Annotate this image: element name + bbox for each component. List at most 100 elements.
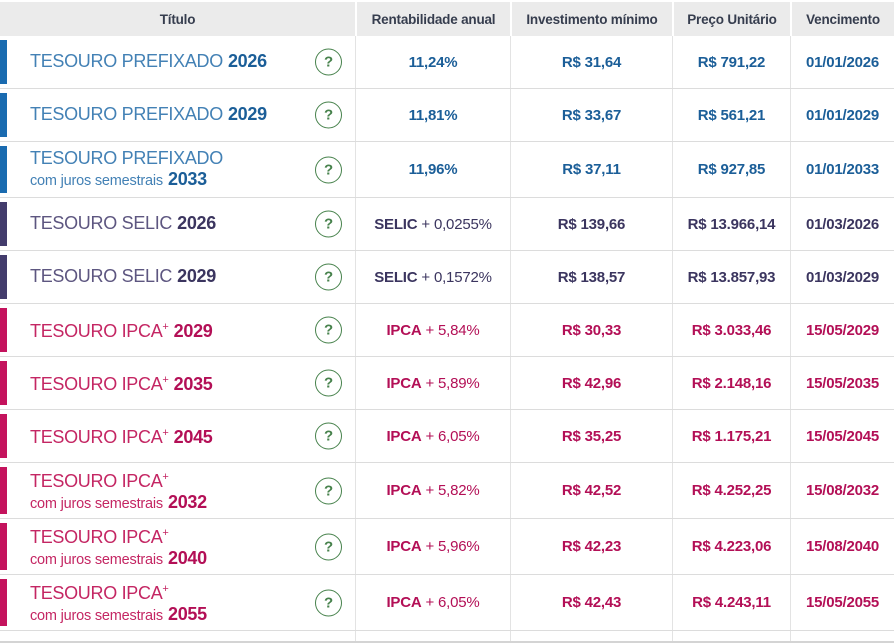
help-icon[interactable]: ? — [315, 533, 342, 560]
bond-name: TESOURO IPCA — [30, 471, 163, 491]
table-row[interactable]: TESOURO IPCA+ 2035 ? IPCA + 5,89% R$ 42,96… — [0, 357, 894, 410]
min-investment-cell: R$ 42,96 — [510, 357, 672, 409]
bond-plus-sup: + — [162, 583, 169, 595]
annual-rate-cell: IPCA + 6,05% — [355, 575, 510, 630]
bond-color-bar — [0, 40, 7, 84]
rate-index: SELIC — [374, 215, 418, 233]
rate-index: 11,24% — [408, 53, 458, 71]
rate-value: + 0,0255% — [421, 215, 492, 233]
min-investment-cell: R$ 139,66 — [510, 198, 672, 250]
table-row[interactable]: TESOURO PREFIXADO 2026 ? 11,24% R$ 31,64 … — [0, 36, 894, 89]
bond-plus-sup: + — [162, 374, 169, 386]
bond-title-line2: com juros semestrais 2033 — [30, 170, 223, 191]
bond-year: 2029 — [173, 321, 213, 341]
column-header-preco: Preço Unitário — [674, 2, 790, 36]
bond-title-cell[interactable]: TESOURO SELIC 2029 ? — [0, 251, 355, 303]
min-investment-cell: R$ 35,25 — [510, 410, 672, 462]
bond-name: TESOURO IPCA — [30, 374, 163, 394]
help-icon[interactable]: ? — [315, 422, 342, 450]
rate-value: + 0,1572% — [421, 268, 492, 286]
bond-plus-sup: + — [162, 471, 169, 483]
min-investment-cell: R$ 33,67 — [510, 89, 672, 141]
bond-title: TESOURO IPCA+ 2035 — [0, 370, 213, 396]
unit-price-cell: R$ 4.223,06 — [672, 519, 790, 574]
column-header-titulo: Título — [0, 2, 355, 36]
annual-rate-cell: 11,81% — [355, 89, 510, 141]
bond-color-bar — [0, 523, 7, 570]
annual-rate-cell: IPCA + 5,82% — [355, 463, 510, 518]
bond-name: TESOURO PREFIXADO — [30, 51, 223, 71]
table-row[interactable]: TESOURO IPCA+ 2045 ? IPCA + 6,05% R$ 35,25… — [0, 410, 894, 463]
bond-title-cell[interactable]: TESOURO IPCA+ 2029 ? — [0, 304, 355, 356]
min-investment-cell: R$ 42,23 — [510, 519, 672, 574]
maturity-cell: 15/05/2029 — [790, 304, 894, 356]
bond-year: 2032 — [167, 492, 207, 512]
rate-value: + 5,89% — [425, 374, 480, 392]
table-row[interactable]: TESOURO IPCA+ com juros semestrais 2032 ?… — [0, 463, 894, 519]
table-row[interactable]: TESOURO IPCA+ com juros semestrais 2055 ?… — [0, 575, 894, 631]
bond-title-cell[interactable]: TESOURO PREFIXADO 2026 ? — [0, 36, 355, 88]
bond-title-line1: TESOURO IPCA+ 2035 — [30, 370, 213, 396]
table-header: Título Rentabilidade anual Investimento … — [0, 0, 894, 36]
next-row-partial — [0, 631, 894, 643]
annual-rate-cell: 11,96% — [355, 142, 510, 197]
bond-title-cell[interactable]: TESOURO IPCA+ com juros semestrais 2040 ? — [0, 519, 355, 574]
help-icon[interactable]: ? — [315, 48, 342, 76]
min-investment-cell: R$ 42,43 — [510, 575, 672, 630]
bond-title-cell[interactable]: TESOURO SELIC 2026 ? — [0, 198, 355, 250]
bond-subtitle: com juros semestrais — [30, 496, 163, 512]
help-icon[interactable]: ? — [315, 210, 342, 238]
bond-name: TESOURO IPCA — [30, 527, 163, 547]
bond-title-cell[interactable]: TESOURO PREFIXADO 2029 ? — [0, 89, 355, 141]
help-icon[interactable]: ? — [315, 316, 342, 344]
table-row[interactable]: TESOURO PREFIXADO 2029 ? 11,81% R$ 33,67 … — [0, 89, 894, 142]
bond-title-cell[interactable]: TESOURO IPCA+ 2035 ? — [0, 357, 355, 409]
annual-rate-cell: SELIC + 0,1572% — [355, 251, 510, 303]
bond-name: TESOURO IPCA — [30, 321, 163, 341]
table-row[interactable]: TESOURO IPCA+ com juros semestrais 2040 ?… — [0, 519, 894, 575]
rate-index: IPCA — [386, 594, 422, 611]
bond-title-line1: TESOURO SELIC 2026 — [30, 213, 216, 235]
annual-rate-cell: IPCA + 5,89% — [355, 357, 510, 409]
table-row[interactable]: TESOURO PREFIXADO com juros semestrais 20… — [0, 142, 894, 198]
bond-name: TESOURO PREFIXADO — [30, 148, 223, 168]
maturity-cell: 01/01/2026 — [790, 36, 894, 88]
help-icon[interactable]: ? — [315, 263, 342, 291]
bond-title-line2: com juros semestrais 2055 — [30, 605, 207, 626]
unit-price-cell: R$ 927,85 — [672, 142, 790, 197]
table-row[interactable]: TESOURO SELIC 2026 ? SELIC + 0,0255% R$ 13… — [0, 198, 894, 251]
bond-plus-sup: + — [162, 527, 169, 539]
annual-rate-cell: IPCA + 6,05% — [355, 410, 510, 462]
bond-title-cell[interactable]: TESOURO PREFIXADO com juros semestrais 20… — [0, 142, 355, 197]
bond-title: TESOURO SELIC 2026 — [0, 213, 216, 235]
bond-title-line2: com juros semestrais 2032 — [30, 493, 207, 514]
bond-color-bar — [0, 146, 7, 193]
help-icon[interactable]: ? — [315, 589, 342, 616]
unit-price-cell: R$ 13.857,93 — [672, 251, 790, 303]
rate-value: + 5,82% — [425, 482, 480, 499]
bond-title: TESOURO IPCA+ 2029 — [0, 317, 213, 343]
rate-index: IPCA — [386, 482, 422, 499]
rate-value: + 6,05% — [425, 594, 480, 611]
bond-title-cell[interactable]: TESOURO IPCA+ com juros semestrais 2032 ? — [0, 463, 355, 518]
bond-name: TESOURO PREFIXADO — [30, 104, 223, 124]
table-row[interactable]: TESOURO IPCA+ 2029 ? IPCA + 5,84% R$ 30,33… — [0, 304, 894, 357]
help-icon[interactable]: ? — [315, 101, 342, 129]
bond-title-line1: TESOURO SELIC 2029 — [30, 266, 216, 288]
table-row[interactable]: TESOURO SELIC 2029 ? SELIC + 0,1572% R$ 13… — [0, 251, 894, 304]
bond-title-cell[interactable]: TESOURO IPCA+ com juros semestrais 2055 ? — [0, 575, 355, 630]
bond-title-line2: com juros semestrais 2040 — [30, 549, 207, 570]
bond-year: 2026 — [177, 213, 216, 233]
help-icon[interactable]: ? — [315, 369, 342, 397]
min-investment-cell: R$ 138,57 — [510, 251, 672, 303]
bond-title: TESOURO IPCA+ 2045 — [0, 423, 213, 449]
help-icon[interactable]: ? — [315, 477, 342, 504]
bond-year: 2033 — [167, 169, 207, 189]
help-icon[interactable]: ? — [315, 156, 342, 183]
bond-plus-sup: + — [162, 321, 169, 333]
bond-title-cell[interactable]: TESOURO IPCA+ 2045 ? — [0, 410, 355, 462]
bond-name: TESOURO IPCA — [30, 583, 163, 603]
bond-subtitle: com juros semestrais — [30, 552, 163, 568]
unit-price-cell: R$ 561,21 — [672, 89, 790, 141]
rate-index: 11,81% — [408, 106, 458, 124]
